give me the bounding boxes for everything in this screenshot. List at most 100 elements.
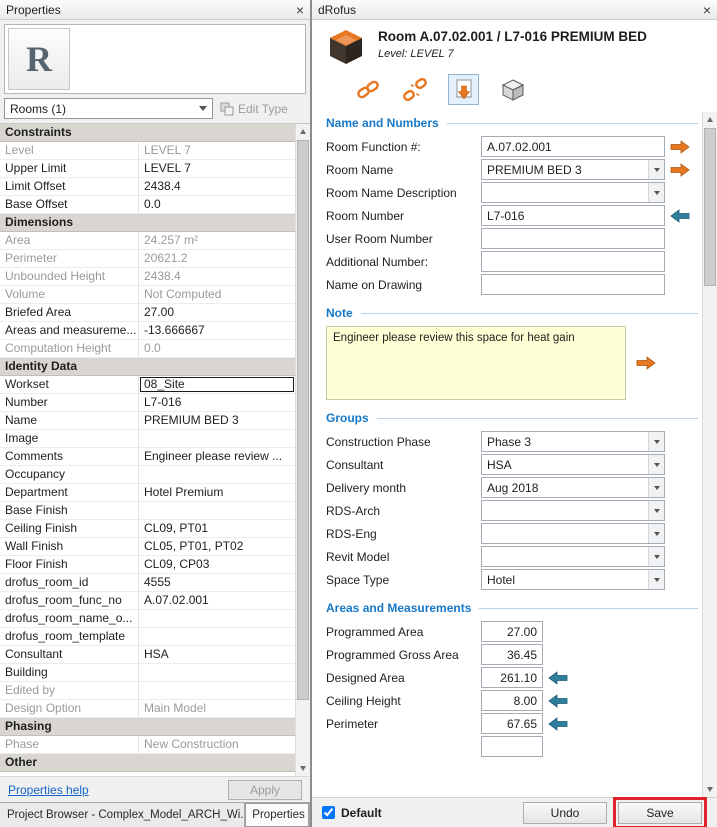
property-value[interactable]: CL05, PT01, PT02 — [139, 538, 295, 555]
property-section-header[interactable]: Phasing — [0, 718, 295, 736]
property-value[interactable]: LEVEL 7 — [139, 142, 295, 159]
pull-from-drofus-arrow-icon[interactable] — [670, 209, 694, 223]
property-section-header[interactable]: Dimensions — [0, 214, 295, 232]
push-to-drofus-arrow-icon[interactable] — [670, 163, 694, 177]
property-value[interactable]: 2438.4 — [139, 178, 295, 195]
property-value[interactable]: Not Computed — [139, 286, 295, 303]
field-input[interactable]: L7-016 — [481, 205, 665, 226]
property-value[interactable]: PREMIUM BED 3 — [139, 412, 295, 429]
edit-type-button[interactable]: Edit Type — [218, 98, 306, 119]
properties-help-link[interactable]: Properties help — [8, 783, 89, 797]
scroll-up-arrow-icon[interactable] — [296, 124, 310, 139]
property-section-header[interactable]: Other — [0, 754, 295, 772]
property-label: Floor Finish — [0, 556, 139, 573]
field-select[interactable] — [481, 546, 665, 567]
property-value[interactable] — [139, 610, 295, 627]
property-value[interactable] — [139, 682, 295, 699]
scroll-down-arrow-icon[interactable] — [296, 761, 310, 776]
property-value[interactable]: A.07.02.001 — [139, 592, 295, 609]
field-input[interactable]: 36.45 — [481, 644, 543, 665]
property-value[interactable]: L7-016 — [139, 394, 295, 411]
property-value[interactable]: 27.00 — [139, 304, 295, 321]
undo-button[interactable]: Undo — [523, 802, 607, 824]
type-selector-dropdown[interactable]: Rooms (1) — [4, 98, 213, 119]
tab-project-browser[interactable]: Project Browser - Complex_Model_ARCH_Wi.… — [0, 803, 245, 827]
tab-properties[interactable]: Properties — [245, 803, 310, 827]
property-value[interactable]: 0.0 — [139, 196, 295, 213]
field-input[interactable] — [481, 736, 543, 757]
drofus-body: Name and Numbers Room Function #:A.07.02… — [312, 112, 717, 797]
property-section-header[interactable]: Constraints — [0, 124, 295, 142]
property-value[interactable]: 20621.2 — [139, 250, 295, 267]
drofus-model-icon[interactable] — [499, 76, 526, 103]
close-icon[interactable]: × — [703, 3, 711, 17]
property-value[interactable] — [139, 664, 295, 681]
field-select[interactable]: Aug 2018 — [481, 477, 665, 498]
property-row: Workset08_Site — [0, 376, 295, 394]
property-label: Level — [0, 142, 139, 159]
unlink-icon[interactable] — [401, 76, 428, 103]
field-input[interactable]: 67.65 — [481, 713, 543, 734]
property-value[interactable]: HSA — [139, 646, 295, 663]
properties-scrollbar[interactable] — [295, 124, 310, 776]
scroll-up-arrow-icon[interactable] — [703, 112, 717, 127]
field-input[interactable] — [481, 251, 665, 272]
field-input[interactable] — [481, 228, 665, 249]
property-value[interactable]: 4555 — [139, 574, 295, 591]
push-to-drofus-arrow-icon[interactable] — [670, 140, 694, 154]
field-select[interactable] — [481, 182, 665, 203]
field-input[interactable]: A.07.02.001 — [481, 136, 665, 157]
property-row: Limit Offset2438.4 — [0, 178, 295, 196]
field-input[interactable] — [481, 274, 665, 295]
property-section-header[interactable]: Identity Data — [0, 358, 295, 376]
close-icon[interactable]: × — [296, 3, 304, 17]
property-value[interactable]: Engineer please review ... — [139, 448, 295, 465]
property-label: drofus_room_template — [0, 628, 139, 645]
property-value[interactable]: LEVEL 7 — [139, 160, 295, 177]
property-value[interactable]: CL09, PT01 — [139, 520, 295, 537]
pull-from-drofus-arrow-icon[interactable] — [548, 694, 572, 708]
note-textarea[interactable]: Engineer please review this space for he… — [326, 326, 626, 400]
property-row: Briefed Area27.00 — [0, 304, 295, 322]
push-to-drofus-arrow-icon[interactable] — [636, 356, 656, 370]
property-value[interactable]: -13.666667 — [139, 322, 295, 339]
pull-from-drofus-arrow-icon[interactable] — [548, 717, 572, 731]
scrollbar-thumb[interactable] — [704, 128, 716, 286]
property-value[interactable] — [139, 466, 295, 483]
field-select[interactable] — [481, 523, 665, 544]
property-value[interactable]: New Construction — [139, 736, 295, 753]
default-checkbox[interactable] — [322, 806, 335, 819]
field-select[interactable]: Hotel — [481, 569, 665, 590]
drofus-scrollbar[interactable] — [702, 112, 717, 797]
pull-from-drofus-arrow-icon[interactable] — [548, 671, 572, 685]
save-button[interactable]: Save — [618, 802, 702, 824]
field-label: Revit Model — [326, 550, 476, 564]
property-value[interactable] — [139, 628, 295, 645]
property-row: Upper LimitLEVEL 7 — [0, 160, 295, 178]
select-value: PREMIUM BED 3 — [487, 163, 582, 177]
field-input[interactable]: 27.00 — [481, 621, 543, 642]
property-label: Perimeter — [0, 250, 139, 267]
field-select[interactable]: PREMIUM BED 3 — [481, 159, 665, 180]
property-value[interactable] — [139, 430, 295, 447]
link-icon[interactable] — [354, 76, 381, 103]
field-select[interactable] — [481, 500, 665, 521]
field-select[interactable]: Phase 3 — [481, 431, 665, 452]
property-value[interactable]: 2438.4 — [139, 268, 295, 285]
property-value[interactable] — [139, 502, 295, 519]
property-value[interactable]: CL09, CP03 — [139, 556, 295, 573]
scrollbar-thumb[interactable] — [297, 140, 309, 700]
field-select[interactable]: HSA — [481, 454, 665, 475]
apply-button[interactable]: Apply — [228, 780, 302, 800]
form-row: Delivery monthAug 2018 — [326, 477, 698, 498]
scroll-down-arrow-icon[interactable] — [703, 782, 717, 797]
push-to-drofus-icon[interactable] — [448, 74, 479, 105]
property-value[interactable]: 24.257 m² — [139, 232, 295, 249]
field-input[interactable]: 8.00 — [481, 690, 543, 711]
field-input[interactable]: 261.10 — [481, 667, 543, 688]
property-value[interactable]: 08_Site — [139, 376, 295, 393]
property-value[interactable]: 0.0 — [139, 340, 295, 357]
property-value[interactable]: Main Model — [139, 700, 295, 717]
property-value[interactable]: Hotel Premium — [139, 484, 295, 501]
property-row: Base Finish — [0, 502, 295, 520]
